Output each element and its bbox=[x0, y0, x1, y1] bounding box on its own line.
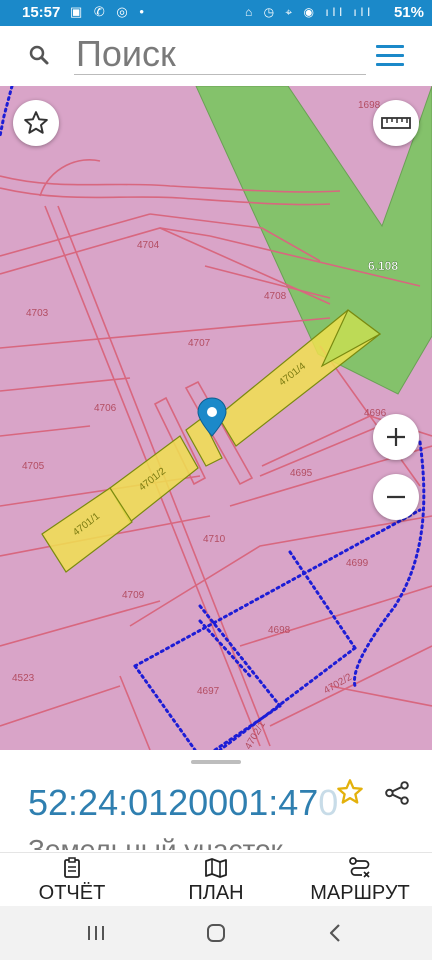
map-icon bbox=[205, 858, 227, 878]
search-bar bbox=[6, 30, 426, 82]
parcel-type: Земельный участок bbox=[28, 834, 283, 850]
notification-icons: ▣ ✆ ◎ • bbox=[70, 4, 148, 19]
parcel-label: 4702/1 bbox=[243, 719, 268, 750]
tab-plan[interactable]: ПЛАН bbox=[180, 857, 252, 905]
parcel-label: 4705 bbox=[22, 461, 45, 472]
back-icon[interactable] bbox=[324, 922, 348, 944]
tab-plan-label: ПЛАН bbox=[188, 882, 244, 904]
favorite-star-icon[interactable] bbox=[336, 778, 364, 806]
parcel-label: 4699 bbox=[346, 558, 369, 569]
parcel-label: 4695 bbox=[290, 468, 313, 479]
star-outline-icon bbox=[24, 111, 48, 134]
status-bar: 15:57 ▣ ✆ ◎ • ⌂ ◷ ⌖ ◉ ıll ıll 51% bbox=[0, 0, 432, 26]
zoom-out-button[interactable] bbox=[373, 474, 419, 520]
recent-apps-icon[interactable] bbox=[84, 922, 108, 944]
search-icon[interactable] bbox=[28, 44, 50, 66]
parcel-label: 4697 bbox=[197, 686, 220, 697]
sheet-drag-handle[interactable] bbox=[191, 760, 241, 764]
favorite-toggle-button[interactable] bbox=[13, 100, 59, 146]
map-canvas: 1698 4704 4703 4708 4707 4706 4705 4695 … bbox=[0, 86, 432, 750]
parcel-label: 4706 bbox=[94, 403, 117, 414]
parcel-label: 4707 bbox=[188, 338, 211, 349]
ruler-icon bbox=[381, 117, 411, 129]
tab-report[interactable]: ОТЧЁТ bbox=[36, 857, 108, 905]
parcel-label: 4710 bbox=[203, 534, 226, 545]
tab-report-label: ОТЧЁТ bbox=[38, 882, 106, 904]
status-time: 15:57 bbox=[22, 4, 61, 21]
parcel-label: 4708 bbox=[264, 291, 287, 302]
minus-icon bbox=[387, 495, 405, 499]
parcel-label: 4698 bbox=[268, 625, 291, 636]
parcel-label: 4703 bbox=[26, 308, 49, 319]
plus-icon bbox=[387, 428, 405, 446]
system-icons: ⌂ ◷ ⌖ ◉ ıll ıll bbox=[245, 5, 374, 19]
parcel-label: 4704 bbox=[137, 240, 160, 251]
search-input[interactable] bbox=[74, 34, 366, 75]
share-icon[interactable] bbox=[384, 780, 410, 806]
system-navigation-bar bbox=[0, 906, 432, 960]
route-icon bbox=[349, 857, 370, 878]
parcel-label: 4709 bbox=[122, 590, 145, 601]
cadastral-number-text: 52:24:0120001:47 bbox=[28, 782, 319, 823]
parcel-info-sheet[interactable]: 52:24:0120001:470 Земельный участок bbox=[0, 750, 432, 850]
report-icon bbox=[64, 857, 80, 878]
zone-label: 6.108 bbox=[368, 259, 398, 273]
hamburger-menu-icon[interactable] bbox=[376, 45, 404, 67]
cadastral-map[interactable]: 1698 4704 4703 4708 4707 4706 4705 4695 … bbox=[0, 86, 432, 750]
home-icon[interactable] bbox=[204, 922, 228, 944]
tab-route[interactable]: МАРШРУТ bbox=[302, 857, 418, 905]
tab-route-label: МАРШРУТ bbox=[310, 882, 410, 904]
zoom-in-button[interactable] bbox=[373, 414, 419, 460]
parcel-label: 4523 bbox=[12, 673, 35, 684]
battery-level: 51% bbox=[393, 4, 424, 21]
ruler-button[interactable] bbox=[373, 100, 419, 146]
action-tab-bar: ОТЧЁТ ПЛАН МАРШРУТ bbox=[0, 852, 432, 907]
cadastral-number: 52:24:0120001:470 bbox=[28, 782, 338, 824]
